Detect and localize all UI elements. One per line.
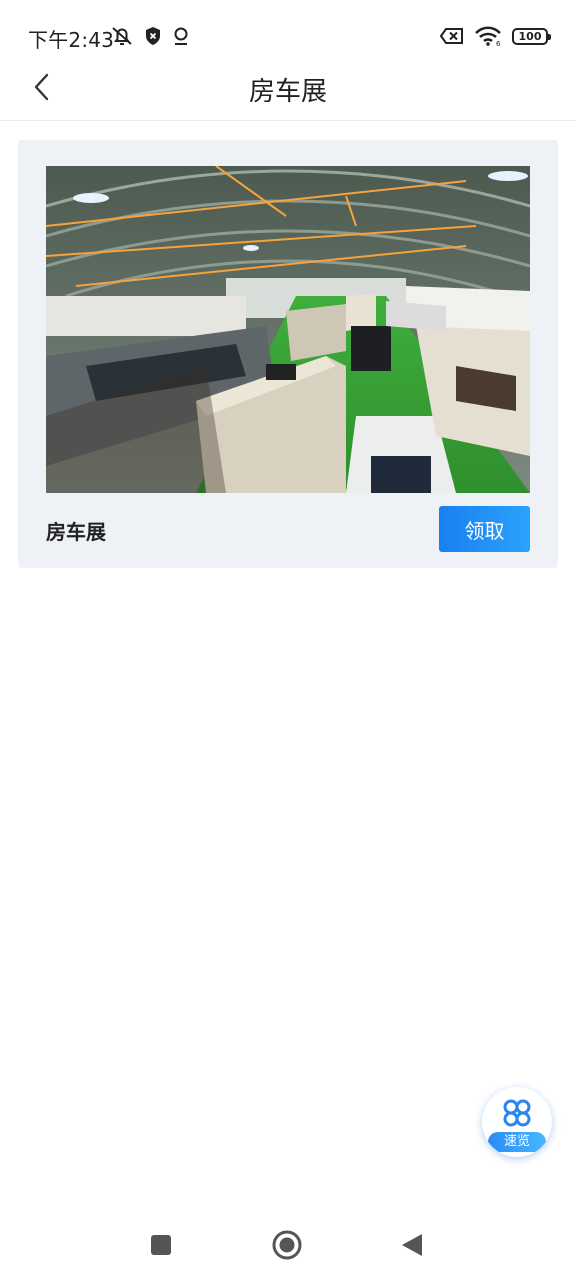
wifi-badge: 6 (496, 40, 501, 46)
rv-hall-illustration (46, 166, 530, 493)
shield-icon (146, 27, 160, 45)
card-title: 房车展 (46, 520, 106, 544)
back-nav-icon[interactable] (400, 1232, 424, 1258)
no-sim-icon (440, 28, 463, 44)
battery-indicator: 100 (512, 27, 551, 45)
status-time: 下午2:43 (28, 28, 115, 52)
rv-exhibition-photo[interactable] (46, 166, 530, 493)
header: 房车展 (0, 55, 576, 121)
status-right-icons: 6 100 (440, 24, 551, 48)
quick-view-button[interactable]: 速览 (482, 1087, 552, 1157)
bell-muted-icon (112, 27, 132, 45)
claim-button[interactable]: 领取 (439, 506, 530, 552)
recent-apps-icon[interactable] (150, 1234, 172, 1256)
wifi-icon: 6 (475, 26, 501, 46)
system-navigation-bar (0, 1210, 576, 1280)
rv-show-card: 房车展 领取 (18, 140, 558, 568)
location-icon (174, 27, 188, 45)
quick-view-label: 速览 (488, 1132, 546, 1152)
page-title: 房车展 (248, 77, 327, 107)
home-icon[interactable] (272, 1230, 302, 1260)
status-left-icons (110, 24, 190, 48)
